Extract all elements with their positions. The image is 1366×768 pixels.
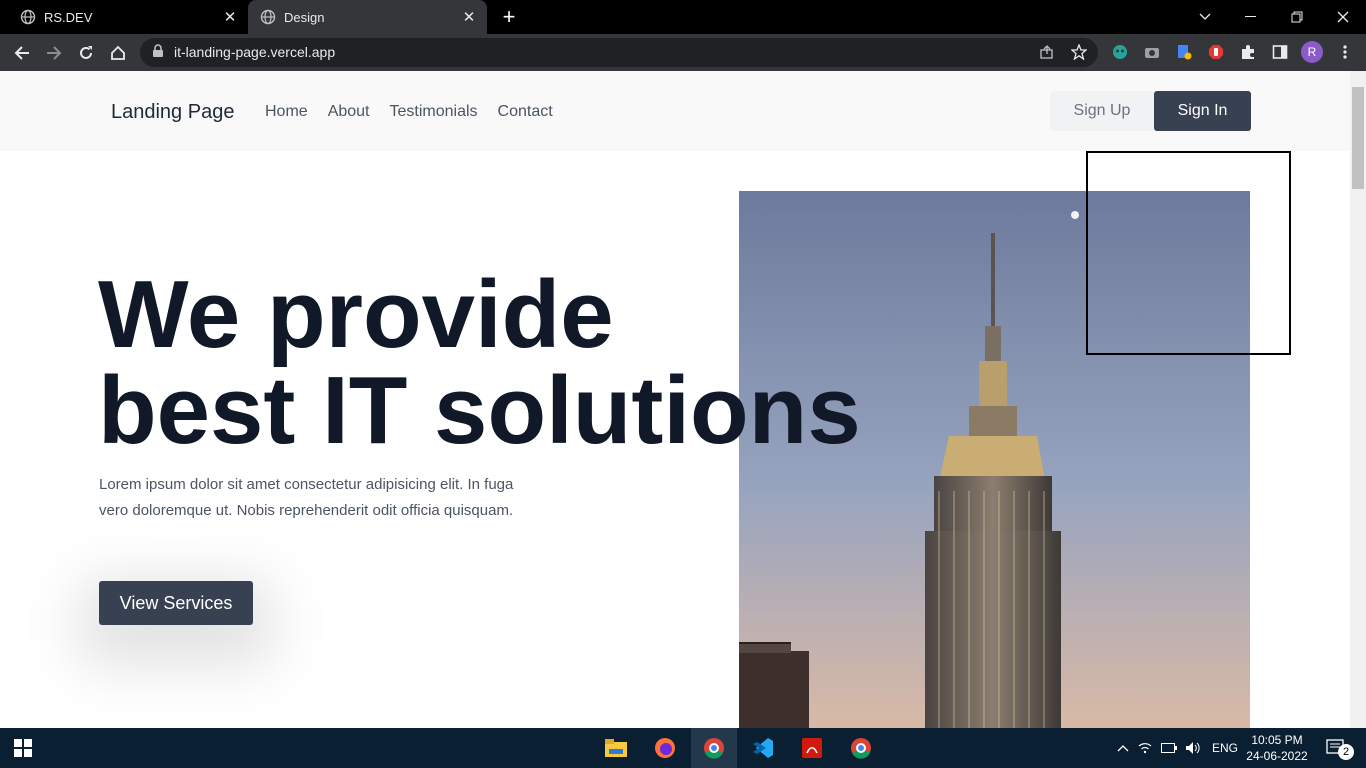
hero-headline: We provide best IT solutions	[98, 267, 861, 459]
side-panel-icon[interactable]	[1270, 42, 1290, 62]
headline-line-1: We provide	[98, 261, 614, 368]
selection-outline-box	[1086, 151, 1291, 355]
nav-link-contact[interactable]: Contact	[498, 103, 553, 121]
sign-in-button[interactable]: Sign In	[1154, 91, 1251, 131]
firefox-icon[interactable]	[642, 728, 688, 768]
notification-badge: 2	[1338, 744, 1354, 760]
page-scrollbar[interactable]	[1350, 71, 1366, 728]
nav-link-testimonials[interactable]: Testimonials	[390, 103, 478, 121]
forward-arrow-icon[interactable]	[41, 40, 67, 66]
new-tab-plus-icon[interactable]: +	[498, 6, 520, 29]
tab-title: Design	[284, 9, 325, 25]
close-tab-icon[interactable]: ✕	[461, 9, 477, 26]
reload-icon[interactable]	[73, 40, 99, 66]
file-explorer-icon[interactable]	[593, 728, 639, 768]
nav-links: Home About Testimonials Contact	[265, 103, 553, 121]
browser-tab-bar: RS.DEV ✕ Design ✕ +	[0, 0, 1366, 34]
tab-title: RS.DEV	[44, 9, 93, 25]
web-page: Landing Page Home About Testimonials Con…	[0, 71, 1350, 728]
browser-toolbar: it-landing-page.vercel.app R	[0, 34, 1366, 71]
address-bar[interactable]: it-landing-page.vercel.app	[140, 38, 1098, 67]
brand-logo-text[interactable]: Landing Page	[111, 101, 234, 124]
wifi-icon[interactable]	[1132, 742, 1158, 754]
acrobat-reader-icon[interactable]	[789, 728, 835, 768]
clock-time: 10:05 PM	[1251, 733, 1303, 747]
home-icon[interactable]	[105, 40, 131, 66]
notification-icon[interactable]: 2	[1314, 728, 1360, 768]
windows-taskbar: ENG 10:05 PM 24-06-2022 2	[0, 728, 1366, 768]
tab-design[interactable]: Design ✕	[248, 0, 487, 34]
clock-date: 24-06-2022	[1246, 749, 1308, 763]
back-arrow-icon[interactable]	[9, 40, 35, 66]
volume-icon[interactable]	[1180, 741, 1206, 755]
nav-link-home[interactable]: Home	[265, 103, 308, 121]
sign-up-button[interactable]: Sign Up	[1050, 91, 1154, 131]
share-icon[interactable]	[1037, 42, 1057, 62]
tab-search-chevron-icon[interactable]	[1182, 0, 1228, 34]
site-navbar: Landing Page Home About Testimonials Con…	[0, 71, 1350, 151]
close-window-icon[interactable]	[1320, 0, 1366, 34]
vscode-icon[interactable]	[740, 728, 786, 768]
scrollbar-thumb[interactable]	[1352, 87, 1364, 189]
globe-icon	[260, 9, 276, 25]
minimize-icon[interactable]	[1228, 0, 1274, 34]
globe-icon	[20, 9, 36, 25]
nav-link-about[interactable]: About	[328, 103, 370, 121]
extension-alien-icon[interactable]	[1110, 42, 1130, 62]
profile-avatar[interactable]: R	[1301, 41, 1323, 63]
chrome-profile-icon[interactable]	[838, 728, 884, 768]
camera-icon[interactable]	[1142, 42, 1162, 62]
clock[interactable]: 10:05 PM 24-06-2022	[1246, 732, 1308, 764]
view-services-button[interactable]: View Services	[99, 581, 253, 625]
language-indicator[interactable]: ENG	[1212, 741, 1238, 755]
tab-rs-dev[interactable]: RS.DEV ✕	[0, 0, 248, 34]
ad-block-hand-icon[interactable]	[1206, 42, 1226, 62]
system-tray: ENG	[1114, 728, 1238, 768]
close-tab-icon[interactable]: ✕	[222, 9, 238, 26]
kebab-menu-icon[interactable]	[1335, 42, 1355, 62]
battery-icon[interactable]	[1158, 743, 1180, 753]
chrome-icon[interactable]	[691, 728, 737, 768]
document-extension-icon[interactable]	[1174, 42, 1194, 62]
lock-icon	[152, 44, 164, 63]
hero-description: Lorem ipsum dolor sit amet consectetur a…	[99, 476, 514, 519]
windows-start-icon[interactable]	[0, 728, 46, 768]
puzzle-extensions-icon[interactable]	[1238, 42, 1258, 62]
chevron-up-icon[interactable]	[1114, 744, 1132, 752]
restore-icon[interactable]	[1274, 0, 1320, 34]
bookmark-star-icon[interactable]	[1069, 42, 1089, 62]
url-text: it-landing-page.vercel.app	[174, 44, 336, 60]
headline-line-2: best IT solutions	[98, 357, 861, 464]
